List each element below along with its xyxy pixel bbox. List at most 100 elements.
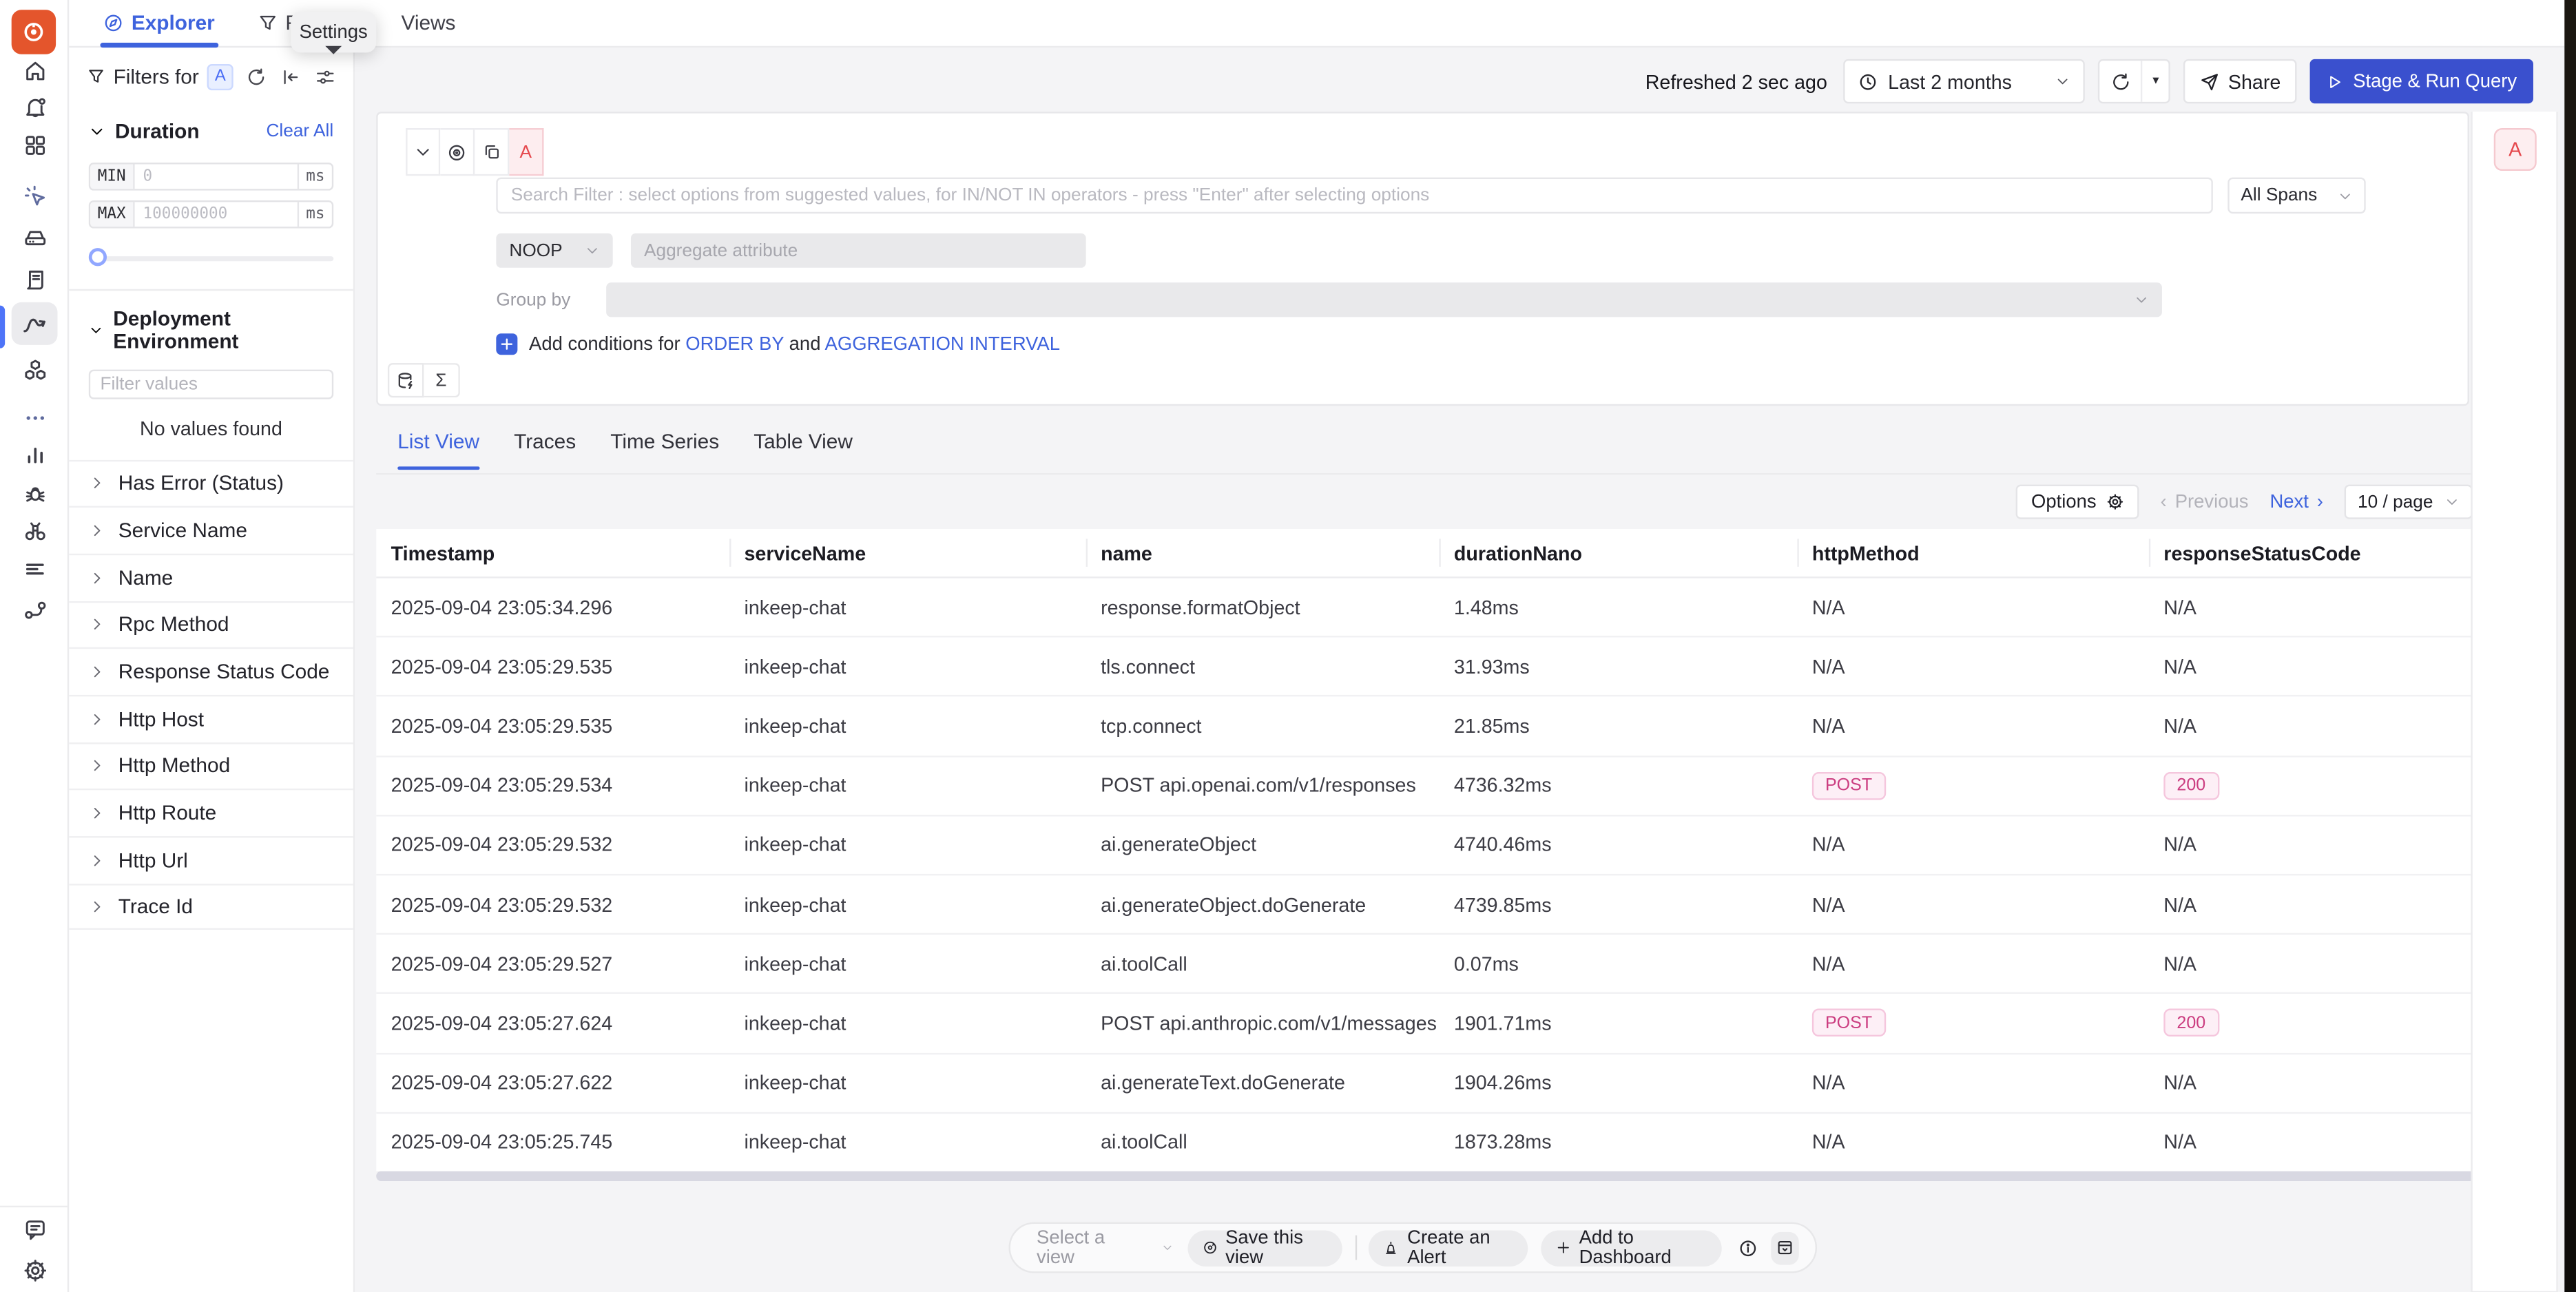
filter-section[interactable]: Trace Id — [69, 883, 353, 930]
tab-list-view[interactable]: List View — [397, 430, 479, 470]
nav-lists-icon[interactable] — [12, 547, 58, 590]
filter-section[interactable]: Rpc Method — [69, 601, 353, 647]
query-a-rail-chip[interactable]: A — [2494, 128, 2537, 171]
chevron-down-icon[interactable] — [89, 123, 105, 139]
create-alert-button[interactable]: Create an Alert — [1369, 1229, 1528, 1265]
nav-alerts-icon[interactable] — [12, 85, 58, 128]
table-row[interactable]: 2025-09-04 23:05:29.532 inkeep-chat ai.g… — [376, 875, 2558, 935]
nav-explorer-icon[interactable] — [12, 509, 58, 552]
stage-run-query-button[interactable]: Stage & Run Query — [2310, 59, 2533, 103]
column-header[interactable]: serviceName — [729, 529, 1086, 576]
app-logo[interactable] — [12, 10, 56, 54]
add-formula-button[interactable]: Σ — [424, 363, 459, 397]
next-page-button[interactable]: Next › — [2269, 492, 2323, 512]
aggregate-attribute-input[interactable]: Aggregate attribute — [631, 233, 1086, 268]
clone-query-button[interactable] — [475, 128, 509, 176]
column-header[interactable]: name — [1086, 529, 1440, 576]
column-header[interactable]: Timestamp — [376, 529, 729, 576]
refresh-caret-button[interactable]: ▼ — [2143, 76, 2169, 87]
filter-section[interactable]: Name — [69, 554, 353, 601]
table-row[interactable]: 2025-09-04 23:05:29.527 inkeep-chat ai.t… — [376, 935, 2558, 994]
group-by-select[interactable] — [606, 282, 2162, 317]
nav-dashboards-icon[interactable] — [12, 123, 58, 166]
collapse-panel-icon[interactable] — [281, 67, 301, 87]
filter-section[interactable]: Has Error (Status) — [69, 459, 353, 506]
duration-min-row: MIN 0 ms — [89, 162, 333, 190]
table-row[interactable]: 2025-09-04 23:05:29.535 inkeep-chat tls.… — [376, 638, 2558, 697]
options-button[interactable]: Options — [2017, 485, 2139, 519]
filter-section[interactable]: Http Route — [69, 789, 353, 836]
nav-pipelines-icon[interactable] — [12, 588, 58, 631]
table-row[interactable]: 2025-09-04 23:05:25.745 inkeep-chat ai.t… — [376, 1113, 2558, 1172]
order-by-link[interactable]: ORDER BY — [685, 334, 784, 354]
aggregation-op-select[interactable]: NOOP — [496, 233, 612, 268]
refresh-button[interactable] — [2100, 61, 2143, 102]
previous-page-button[interactable]: ‹ Previous — [2161, 492, 2249, 512]
share-button[interactable]: Share — [2183, 59, 2297, 103]
table-row[interactable]: 2025-09-04 23:05:29.532 inkeep-chat ai.g… — [376, 816, 2558, 875]
duration-max-input[interactable]: 100000000 — [135, 201, 298, 226]
group-by-label: Group by — [496, 290, 606, 310]
aggregation-interval-link[interactable]: AGGREGATION INTERVAL — [825, 334, 1060, 354]
add-to-dashboard-button[interactable]: Add to Dashboard — [1541, 1229, 1722, 1265]
filters-query-chip[interactable]: A — [207, 63, 233, 90]
table-row[interactable]: 2025-09-04 23:05:27.624 inkeep-chat POST… — [376, 994, 2558, 1054]
nav-services-icon[interactable] — [12, 348, 58, 391]
duration-min-input[interactable]: 0 — [135, 163, 298, 188]
tab-time-series[interactable]: Time Series — [610, 430, 719, 470]
sync-filters-icon[interactable] — [247, 67, 267, 87]
save-view-button[interactable]: Save this view — [1187, 1229, 1342, 1265]
slider-handle[interactable] — [89, 248, 107, 266]
tab-explorer-label: Explorer — [132, 11, 215, 34]
nav-metrics-icon[interactable] — [12, 432, 58, 475]
filter-section-label: Has Error (Status) — [118, 472, 284, 494]
filter-section[interactable]: Service Name — [69, 506, 353, 553]
span-scope-select[interactable]: All Spans — [2227, 178, 2365, 213]
duration-slider[interactable] — [89, 247, 333, 267]
filter-settings-icon[interactable] — [315, 67, 335, 87]
slider-track — [89, 256, 333, 260]
add-query-button[interactable] — [388, 363, 424, 397]
tab-traces[interactable]: Traces — [514, 430, 576, 470]
nav-settings-icon[interactable] — [12, 1249, 58, 1291]
nav-exceptions-icon[interactable] — [12, 472, 58, 514]
nav-infrastructure-icon[interactable] — [12, 215, 58, 258]
add-condition-button[interactable] — [496, 333, 517, 355]
filter-section[interactable]: Http Host — [69, 695, 353, 742]
collapse-query-button[interactable] — [406, 128, 440, 176]
deployment-env-title[interactable]: Deployment Environment — [113, 306, 333, 353]
column-header[interactable]: httpMethod — [1797, 529, 2148, 576]
filter-section[interactable]: Http Method — [69, 742, 353, 789]
horizontal-scrollbar[interactable] — [376, 1171, 2558, 1180]
window-edge-scrollbar[interactable] — [2564, 0, 2576, 1292]
duration-section-title[interactable]: Duration — [115, 119, 200, 142]
tab-views[interactable]: Views — [401, 0, 455, 45]
clear-all-link[interactable]: Clear All — [266, 121, 333, 140]
table-row[interactable]: 2025-09-04 23:05:27.622 inkeep-chat ai.g… — [376, 1054, 2558, 1113]
cell-duration: 1901.71ms — [1439, 1012, 1797, 1034]
query-a-chip[interactable]: A — [509, 128, 543, 176]
nav-feedback-icon[interactable] — [12, 1207, 58, 1250]
info-button[interactable] — [1738, 1238, 1758, 1258]
search-filter-input[interactable]: Search Filter : select options from sugg… — [496, 178, 2213, 213]
chevron-down-icon[interactable] — [89, 321, 103, 337]
cell-service-name: inkeep-chat — [729, 655, 1086, 678]
nav-logs-icon[interactable] — [12, 258, 58, 300]
nav-onboarding-icon[interactable] — [12, 174, 58, 217]
select-view-dropdown[interactable]: Select a view — [1027, 1228, 1174, 1267]
time-range-select[interactable]: Last 2 months — [1844, 59, 2086, 103]
page-size-select[interactable]: 10 / page — [2345, 485, 2473, 519]
table-row[interactable]: 2025-09-04 23:05:29.535 inkeep-chat tcp.… — [376, 697, 2558, 756]
play-icon — [2327, 73, 2343, 90]
tab-explorer[interactable]: Explorer — [103, 0, 215, 45]
filter-section[interactable]: Response Status Code — [69, 647, 353, 694]
collapse-footer-button[interactable] — [1771, 1231, 1798, 1264]
deployment-filter-input[interactable]: Filter values — [89, 368, 333, 398]
tab-table-view[interactable]: Table View — [754, 430, 853, 470]
toggle-visibility-button[interactable] — [440, 128, 475, 176]
table-row[interactable]: 2025-09-04 23:05:34.296 inkeep-chat resp… — [376, 579, 2558, 638]
filter-section[interactable]: Http Url — [69, 836, 353, 883]
table-row[interactable]: 2025-09-04 23:05:29.534 inkeep-chat POST… — [376, 757, 2558, 816]
column-header[interactable]: durationNano — [1439, 529, 1797, 576]
nav-traces-icon[interactable] — [12, 302, 58, 345]
